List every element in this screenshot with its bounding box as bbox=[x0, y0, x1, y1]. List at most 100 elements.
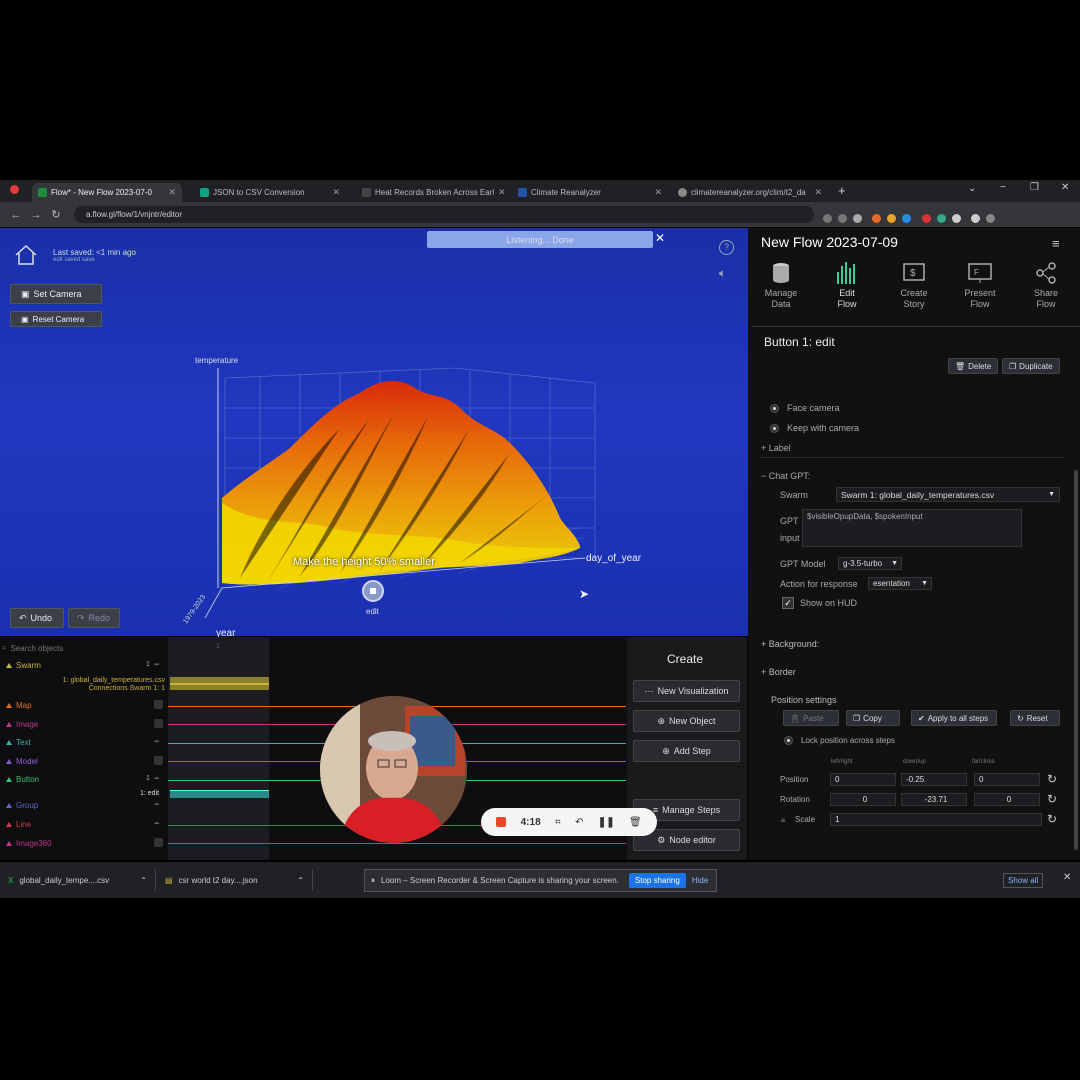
3d-viewport[interactable]: temperature day_of_year year 1979-2023 bbox=[0, 228, 748, 639]
checkbox-icon[interactable]: ✓ bbox=[782, 597, 794, 609]
tab-climate-url[interactable]: climatereanalyzer.org/clim/t2_da ✕ bbox=[672, 183, 828, 202]
timeline-item-button[interactable]: Button bbox=[6, 775, 39, 784]
search-objects-field[interactable]: ⌕ Search objects bbox=[2, 641, 166, 655]
new-tab-button[interactable]: + bbox=[838, 183, 846, 198]
show-on-hud-option[interactable]: ✓ Show on HUD bbox=[782, 597, 857, 609]
back-icon[interactable]: ← bbox=[6, 209, 26, 221]
share-flow-button[interactable]: Share Flow bbox=[1018, 262, 1074, 310]
toggle-icon[interactable] bbox=[154, 719, 163, 728]
minimize-icon[interactable]: − bbox=[1000, 182, 1006, 193]
restore-icon[interactable]: ❐ bbox=[1030, 182, 1039, 193]
duplicate-button[interactable]: ❐ Duplicate bbox=[1002, 358, 1060, 374]
tab-flow[interactable]: Flow* - New Flow 2023-07-0 ✕ bbox=[32, 183, 182, 202]
timeline-item-swarm[interactable]: Swarm bbox=[6, 661, 41, 670]
reset-position-icon[interactable]: ↻ bbox=[1047, 772, 1057, 786]
pause-icon[interactable]: ❚❚ bbox=[598, 817, 615, 828]
copy-button[interactable]: ❐ Copy bbox=[846, 710, 900, 726]
window-close-icon[interactable]: ✕ bbox=[1061, 182, 1069, 193]
chatgpt-section-toggle[interactable]: − Chat GPT: bbox=[761, 471, 810, 481]
action-response-select[interactable]: esentation ▼ bbox=[868, 577, 932, 590]
record-stop-icon[interactable] bbox=[496, 817, 507, 827]
reload-icon[interactable]: ↻ bbox=[46, 208, 66, 221]
help-icon[interactable]: ? bbox=[719, 240, 734, 255]
edit-flow-button[interactable]: Edit Flow bbox=[819, 262, 875, 310]
browser-menu-icon[interactable] bbox=[10, 185, 19, 194]
reset-button[interactable]: ↻ Reset bbox=[1010, 710, 1060, 726]
gpt-model-select[interactable]: g-3.5-turbo ▼ bbox=[838, 557, 902, 570]
toggle-icon[interactable] bbox=[154, 838, 163, 847]
speaker-icon[interactable]: 🔈︎ bbox=[719, 266, 726, 281]
reset-rotation-icon[interactable]: ↻ bbox=[1047, 792, 1057, 806]
position-y-input[interactable]: -0.25 bbox=[901, 773, 967, 786]
position-z-input[interactable]: 0 bbox=[974, 773, 1040, 786]
forward-icon[interactable]: → bbox=[26, 209, 46, 221]
lock-position-option[interactable]: Lock position across steps bbox=[784, 736, 895, 745]
timeline-item-group[interactable]: Group bbox=[6, 801, 38, 810]
timeline-item-text[interactable]: Text bbox=[6, 738, 31, 747]
hamburger-menu-icon[interactable]: ≡ bbox=[1052, 236, 1060, 251]
button-track-bar[interactable] bbox=[170, 790, 269, 798]
new-visualization-button[interactable]: ⋯ New Visualization bbox=[633, 680, 740, 702]
timeline-item-line[interactable]: Line bbox=[6, 820, 31, 829]
toggle-icon[interactable] bbox=[154, 700, 163, 709]
border-section-toggle[interactable]: + Border bbox=[761, 667, 796, 677]
stop-sharing-button[interactable]: Stop sharing bbox=[628, 873, 686, 888]
close-icon[interactable]: ✕ bbox=[332, 187, 340, 198]
panel-scrollbar[interactable] bbox=[1074, 470, 1078, 850]
rotation-x-input[interactable]: 0 bbox=[830, 793, 896, 806]
gpt-input-textarea[interactable]: $visibleOpupData, $spokenInput bbox=[802, 509, 1022, 547]
collapse-icon[interactable]: − bbox=[154, 799, 159, 809]
chevron-up-icon[interactable]: ⌃ bbox=[297, 876, 304, 885]
undo-icon[interactable]: ↶ bbox=[575, 817, 583, 828]
toggle-icon[interactable] bbox=[154, 756, 163, 765]
collapse-icon[interactable]: − bbox=[154, 818, 159, 828]
keep-with-camera-option[interactable]: Keep with camera bbox=[770, 423, 859, 433]
grid-icon[interactable]: ⌗ bbox=[555, 817, 561, 828]
hide-button[interactable]: Hide bbox=[692, 876, 708, 885]
undo-button[interactable]: ↶ Undo bbox=[10, 608, 64, 628]
new-object-button[interactable]: ⊕ New Object bbox=[633, 710, 740, 732]
tab-heat-records[interactable]: Heat Records Broken Across Earl ✕ bbox=[356, 183, 508, 202]
delete-button[interactable]: 🗑︎ Delete bbox=[948, 358, 999, 374]
timeline-item-image360[interactable]: Image360 bbox=[6, 839, 52, 848]
download-item-json[interactable]: ▤ csr world t2 day....json ⌃ bbox=[165, 869, 313, 891]
reset-scale-icon[interactable]: ↻ bbox=[1047, 812, 1057, 826]
tab-climate-reanalyzer[interactable]: Climate Reanalyzer ✕ bbox=[512, 183, 668, 202]
close-icon[interactable]: ✕ bbox=[654, 187, 662, 198]
manage-data-button[interactable]: Manage Data bbox=[753, 262, 809, 310]
paste-button[interactable]: 📋︎ Paste bbox=[783, 710, 839, 726]
show-all-button[interactable]: Show all bbox=[1003, 873, 1044, 888]
timeline-item-model[interactable]: Model bbox=[6, 757, 38, 766]
reset-camera-button[interactable]: ▣ Reset Camera bbox=[10, 311, 102, 327]
close-icon[interactable]: ✕ bbox=[814, 187, 822, 198]
swarm-select[interactable]: Swarm 1: global_daily_temperatures.csv ▼ bbox=[836, 487, 1060, 502]
create-story-button[interactable]: $ Create Story bbox=[886, 262, 942, 310]
redo-button[interactable]: ↷ Redo bbox=[68, 608, 120, 628]
apply-all-steps-button[interactable]: ✔ Apply to all steps bbox=[911, 710, 997, 726]
label-section-toggle[interactable]: + Label bbox=[761, 443, 791, 453]
extension-icons[interactable] bbox=[820, 210, 998, 228]
download-item-csv[interactable]: X global_daily_tempe....csv ⌃ bbox=[8, 869, 156, 891]
rotation-y-input[interactable]: -23.71 bbox=[901, 793, 967, 806]
rotation-z-input[interactable]: 0 bbox=[974, 793, 1040, 806]
trash-icon[interactable]: 🗑︎ bbox=[629, 817, 642, 828]
collapse-icon[interactable]: − bbox=[154, 736, 159, 746]
add-step-button[interactable]: ⊕ Add Step bbox=[633, 740, 740, 762]
lock-icon[interactable]: 🔒︎ bbox=[781, 815, 785, 825]
tab-search-icon[interactable]: ⌄ bbox=[968, 183, 976, 194]
collapse-icon[interactable]: − bbox=[154, 659, 159, 669]
collapse-icon[interactable]: − bbox=[154, 773, 159, 783]
edit-button-3d[interactable] bbox=[362, 580, 384, 602]
home-button[interactable] bbox=[13, 243, 39, 267]
chevron-up-icon[interactable]: ⌃ bbox=[140, 876, 147, 885]
close-listening-icon[interactable]: ✕ bbox=[655, 231, 665, 245]
close-icon[interactable]: ✕ bbox=[498, 187, 506, 198]
url-field[interactable]: a.flow.gl/flow/1/vnjntr/editor bbox=[74, 206, 814, 223]
close-icon[interactable]: ✕ bbox=[168, 187, 176, 198]
timeline-item-image[interactable]: Image bbox=[6, 720, 38, 729]
scale-input[interactable]: 1 bbox=[830, 813, 1042, 826]
timeline-item-map[interactable]: Map bbox=[6, 701, 32, 710]
face-camera-option[interactable]: Face camera bbox=[770, 403, 840, 413]
webcam-bubble[interactable] bbox=[320, 696, 467, 843]
present-flow-button[interactable]: F Present Flow bbox=[952, 262, 1008, 310]
